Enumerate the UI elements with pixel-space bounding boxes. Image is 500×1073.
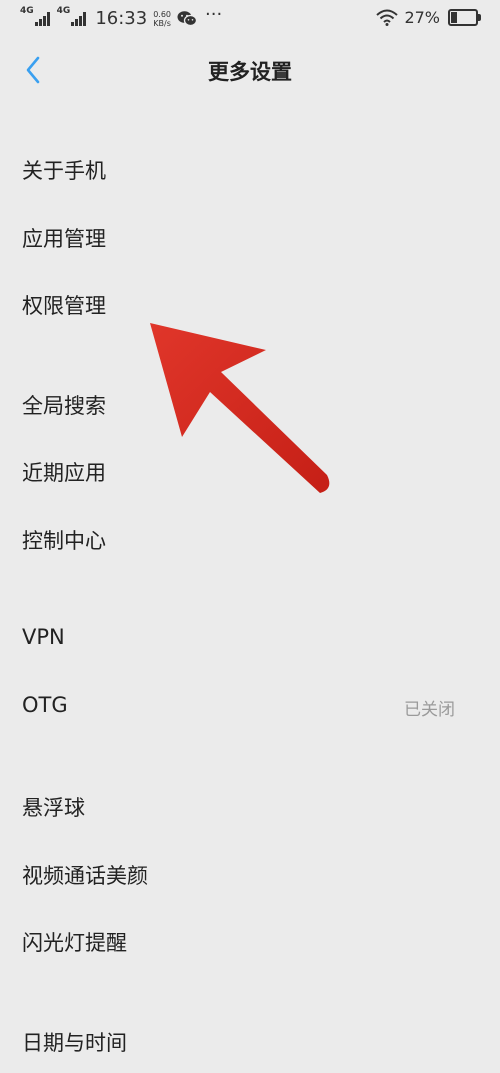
menu-item-floating-ball[interactable]: 悬浮球 (0, 778, 500, 838)
battery-fill (451, 12, 458, 23)
network-speed: 0.60 KB/s (153, 10, 171, 28)
menu-item-label: 近期应用 (22, 461, 106, 485)
menu-item-label: VPN (22, 625, 65, 649)
network-type-label: 4G (56, 5, 71, 16)
status-bar: 4G 4G 16:33 0.60 KB/s ··· 27% (0, 0, 500, 40)
menu-item-vpn[interactable]: VPN (0, 611, 500, 671)
menu-item-label: 闪光灯提醒 (22, 931, 127, 955)
menu-item-label: 全局搜索 (22, 394, 106, 418)
menu-item-label: 控制中心 (22, 529, 106, 553)
otg-status-value: 已关闭 (404, 700, 455, 720)
menu-item-about-phone[interactable]: 关于手机 (0, 141, 500, 201)
menu-item-video-call-beauty[interactable]: 视频通话美颜 (0, 846, 500, 906)
speed-unit: KB/s (153, 18, 171, 28)
menu-item-label: 日期与时间 (22, 1031, 127, 1055)
speed-value: 0.60 (153, 9, 171, 19)
status-left: 4G 4G 16:33 0.60 KB/s ··· (20, 4, 222, 29)
header: 更多设置 (0, 40, 500, 100)
signal-icon (71, 11, 87, 26)
menu-item-date-time[interactable]: 日期与时间 (0, 1013, 500, 1073)
battery-percent: 27% (404, 8, 440, 27)
page-title: 更多设置 (208, 60, 292, 84)
menu-item-flash-notification[interactable]: 闪光灯提醒 (0, 913, 500, 973)
signal-1: 4G (20, 6, 51, 26)
more-notifications-icon: ··· (205, 4, 223, 25)
status-time: 16:33 (95, 8, 148, 29)
wechat-icon (177, 11, 197, 27)
menu-item-label: 应用管理 (22, 227, 106, 251)
menu-item-otg[interactable]: OTG 已关闭 (0, 679, 500, 739)
menu-item-label: 权限管理 (22, 294, 106, 318)
menu-item-label: OTG (22, 693, 68, 717)
network-type-label: 4G (20, 5, 34, 16)
battery-icon (448, 9, 481, 26)
status-right: 27% (376, 8, 481, 27)
signal-2: 4G (57, 6, 88, 26)
menu-item-label: 悬浮球 (22, 796, 85, 820)
menu-item-control-center[interactable]: 控制中心 (0, 511, 500, 571)
annotation-arrow-icon (150, 323, 330, 493)
menu-item-label: 视频通话美颜 (22, 864, 148, 888)
menu-item-label: 关于手机 (22, 159, 106, 183)
menu-item-app-management[interactable]: 应用管理 (0, 209, 500, 269)
wifi-icon (376, 9, 399, 26)
signal-icon (34, 11, 51, 26)
